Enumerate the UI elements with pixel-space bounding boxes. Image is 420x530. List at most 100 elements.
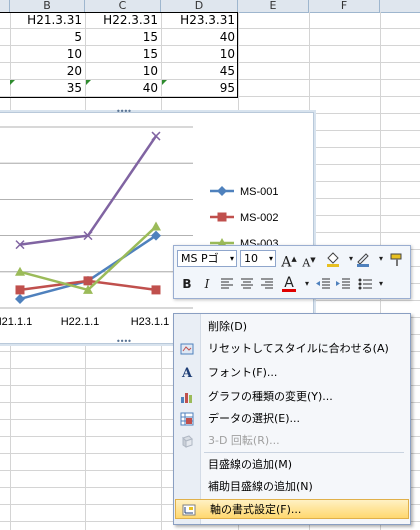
line-color-button[interactable] (354, 250, 372, 268)
table-cell[interactable]: 15 (85, 29, 161, 45)
menu-item-select-data[interactable]: データの選択(E)... (174, 409, 410, 429)
reset-style-icon (179, 341, 195, 357)
menu-item-delete[interactable]: 削除(D) (174, 317, 410, 337)
menu-item-label: 目盛線の追加(M) (208, 458, 293, 471)
font-size-value: 10 (244, 252, 258, 265)
increase-indent-icon (336, 278, 350, 289)
table-header-cell[interactable]: H22.3.31 (85, 12, 161, 28)
data-point[interactable] (151, 221, 161, 231)
font-name-value: MS Pゴ (181, 252, 219, 265)
font-color-button[interactable]: A (280, 274, 298, 292)
grow-font-button[interactable]: A▲ (280, 250, 298, 271)
data-point[interactable] (15, 293, 25, 304)
fill-color-button[interactable] (324, 250, 342, 268)
format-painter-button[interactable] (388, 250, 406, 268)
line-chart[interactable]: H21.1.1H22.1.1H23.1.1MS-001MS-002MS-003 (0, 113, 313, 343)
column-header-d[interactable]: D (161, 0, 238, 12)
shrink-font-button[interactable]: A▼ (300, 251, 318, 270)
menu-item-label: データの選択(E)... (208, 412, 301, 425)
menu-item-label: フォント(F)... (208, 366, 278, 379)
column-header-e[interactable]: E (238, 0, 309, 12)
chevron-down-icon[interactable]: ▾ (230, 251, 234, 266)
menu-item-reset-style[interactable]: リセットしてスタイルに合わせる(A) (174, 339, 410, 359)
legend-marker[interactable] (217, 212, 227, 222)
x-tick-label: H21.1.1 (0, 316, 32, 328)
legend-label: MS-002 (240, 212, 279, 224)
font-name-box[interactable]: MS Pゴ ▾ (177, 250, 237, 267)
chart-resize-handle-bottom[interactable]: •••• (116, 338, 132, 346)
legend-marker[interactable] (217, 186, 227, 196)
font-size-box[interactable]: 10 ▾ (240, 250, 276, 267)
font-icon: A (181, 366, 193, 381)
table-cell[interactable]: 10 (85, 63, 161, 79)
menu-item-add-minor-gridlines[interactable]: 補助目盛線の追加(N) (174, 477, 410, 497)
x-tick-label: H22.1.1 (61, 316, 100, 328)
align-right-icon (261, 278, 273, 289)
error-indicator (86, 80, 91, 85)
menu-item-change-chart-type[interactable]: グラフの種類の変更(Y)... (174, 387, 410, 407)
table-cell[interactable]: 10 (161, 46, 238, 62)
column-header-g-partial[interactable] (380, 0, 420, 12)
pen-icon (357, 253, 369, 267)
table-cell[interactable]: 95 (161, 80, 238, 96)
align-center-icon (241, 278, 253, 289)
italic-button[interactable]: I (198, 275, 216, 293)
menu-item-font[interactable]: A フォント(F)... (174, 363, 410, 383)
legend-label: MS-001 (240, 186, 279, 198)
align-center-button[interactable] (238, 275, 256, 293)
3d-rotate-icon (179, 433, 195, 449)
font-color-swatch (282, 289, 296, 292)
table-cell[interactable]: 40 (85, 80, 161, 96)
chevron-down-icon[interactable]: ▾ (372, 275, 390, 293)
menu-item-format-axis[interactable]: 軸の書式設定(F)... (175, 499, 409, 519)
context-menu: 削除(D) リセットしてスタイルに合わせる(A) A フォント(F)... グラフの種類… (173, 313, 411, 525)
decrease-indent-button[interactable] (314, 275, 332, 293)
data-point[interactable] (151, 131, 161, 141)
column-header-f[interactable]: F (309, 0, 380, 12)
format-painter-icon (390, 253, 402, 266)
align-right-button[interactable] (258, 275, 276, 293)
chart-type-icon (179, 389, 195, 405)
column-header-b[interactable]: B (10, 0, 85, 12)
menu-item-label: 削除(D) (208, 320, 248, 333)
data-point[interactable] (83, 276, 93, 286)
bold-button[interactable]: B (178, 275, 196, 293)
table-cell[interactable]: 45 (161, 63, 238, 79)
menu-separator (204, 452, 404, 453)
format-axis-icon (181, 502, 197, 518)
menu-item-add-major-gridlines[interactable]: 目盛線の追加(M) (174, 455, 410, 475)
column-header-a-partial[interactable] (0, 0, 10, 12)
paint-bucket-icon (327, 252, 339, 267)
table-cell[interactable]: 15 (85, 46, 161, 62)
data-point[interactable] (151, 285, 161, 295)
menu-item-label: グラフの種類の変更(Y)... (208, 390, 333, 403)
grow-font-label: A (281, 254, 292, 271)
series-line-3[interactable] (19, 135, 158, 246)
chevron-down-icon[interactable]: ▾ (269, 251, 273, 266)
x-tick-label: H23.1.1 (131, 316, 170, 328)
align-left-button[interactable] (218, 275, 236, 293)
table-cell[interactable]: 40 (161, 29, 238, 45)
data-point[interactable] (15, 266, 25, 276)
error-indicator (162, 80, 167, 85)
mini-toolbar: MS Pゴ ▾ 10 ▾ A▲ A▼ ▾ ▾ B I A ▾ ▾ (173, 245, 411, 299)
data-point[interactable] (15, 285, 25, 295)
menu-item-label: 3-D 回転(R)... (208, 434, 280, 447)
increase-indent-button[interactable] (334, 275, 352, 293)
error-indicator (10, 80, 15, 85)
table-header-cell[interactable]: H23.3.31 (161, 12, 238, 28)
table-cell[interactable]: 35 (10, 80, 85, 96)
decrease-indent-icon (316, 278, 330, 289)
menu-item-label: 軸の書式設定(F)... (210, 503, 302, 516)
column-header-c[interactable]: C (85, 0, 161, 12)
chart-resize-handle-top[interactable]: •••• (116, 108, 132, 116)
table-header-cell[interactable]: H21.3.31 (10, 12, 85, 28)
align-left-icon (221, 278, 233, 289)
menu-item-3d-rotation: 3-D 回転(R)... (174, 431, 410, 451)
table-cell[interactable]: 20 (10, 63, 85, 79)
chart-area[interactable]: •••• •••• H21.1.1 H22.1.1 H23.1.1 MS-001 MS-… (0, 108, 314, 346)
menu-item-label: リセットしてスタイルに合わせる(A) (208, 342, 389, 355)
table-cell[interactable]: 10 (10, 46, 85, 62)
select-data-icon (179, 411, 195, 427)
table-cell[interactable]: 5 (10, 29, 85, 45)
